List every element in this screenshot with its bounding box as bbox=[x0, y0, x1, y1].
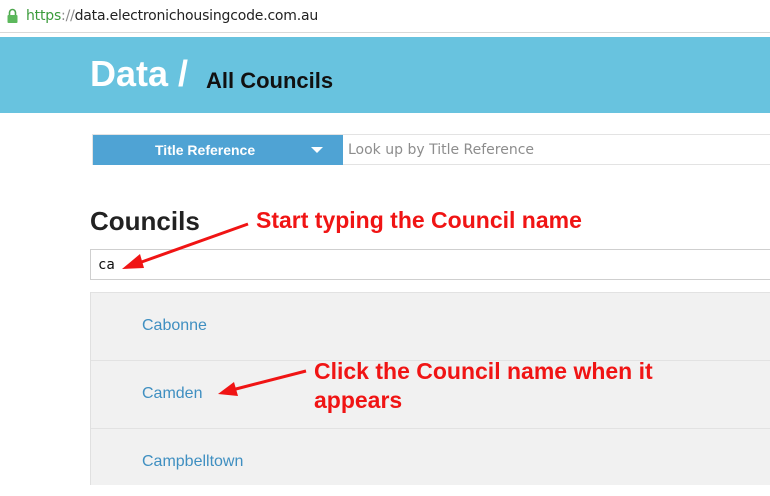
lock-icon bbox=[6, 8, 19, 29]
url-host: data.electronichousingcode.com.au bbox=[74, 8, 319, 24]
council-link[interactable]: Camden bbox=[142, 385, 202, 403]
councils-heading: Councils bbox=[90, 206, 200, 236]
click-hint-annotation-line2: appears bbox=[314, 387, 403, 413]
council-link[interactable]: Campbelltown bbox=[142, 453, 243, 471]
url-separator: :// bbox=[61, 8, 75, 24]
council-link[interactable]: Cabonne bbox=[142, 317, 207, 335]
page-title: All Councils bbox=[206, 68, 334, 93]
brand-title[interactable]: Data / bbox=[90, 54, 188, 94]
address-bar[interactable]: https://data.electronichousingcode.com.a… bbox=[0, 0, 770, 33]
title-reference-input[interactable] bbox=[344, 135, 770, 164]
chevron-down-icon bbox=[311, 147, 323, 153]
lookup-type-dropdown[interactable]: Title Reference bbox=[93, 135, 343, 165]
page-header: Data / All Councils bbox=[0, 37, 770, 113]
lookup-type-label: Title Reference bbox=[155, 142, 256, 158]
list-item: Cabonne bbox=[91, 292, 770, 360]
title-reference-lookup: Title Reference bbox=[92, 134, 770, 165]
click-hint-annotation-line1: Click the Council name when it bbox=[314, 358, 653, 384]
typing-hint-annotation: Start typing the Council name bbox=[256, 207, 582, 233]
list-item: Campbelltown bbox=[91, 428, 770, 496]
council-results-list: Cabonne Camden Campbelltown bbox=[90, 292, 770, 485]
council-search-input[interactable] bbox=[90, 249, 770, 280]
url-scheme: https bbox=[26, 8, 62, 24]
url-text: https://data.electronichousingcode.com.a… bbox=[26, 8, 318, 24]
